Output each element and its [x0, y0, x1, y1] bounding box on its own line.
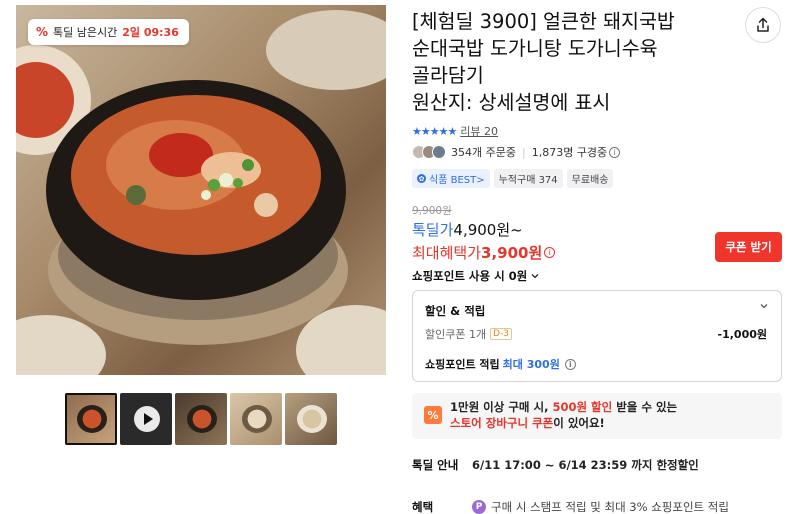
tag-list: ✿ 식품 BEST> 누적구매 374 무료배송 [412, 169, 614, 188]
buyer-avatars [412, 145, 446, 159]
points-earn-label: 쇼핑포인트 적립 [425, 358, 500, 371]
play-icon [134, 406, 160, 432]
coupon-row: 할인쿠폰 1개 D-3 -1,000원 [425, 326, 767, 342]
deal-price: 톡딜가 4,900원~ [412, 219, 523, 240]
discount-title: 할인 & 적립 [425, 304, 486, 318]
thumbnail-5[interactable] [285, 393, 337, 445]
discount-panel: 할인 & 적립 할인쿠폰 1개 D-3 -1,000원 쇼핑포인트 적립 최대 … [412, 290, 782, 382]
coupon-label: 할인쿠폰 1개 [425, 328, 487, 341]
percent-icon: % [36, 25, 49, 39]
talkdeal-info-value: 6/11 17:00 ~ 6/14 23:59 까지 한정할인 [472, 458, 699, 472]
star-rating-icon: ★★★★★ [412, 124, 457, 138]
share-button[interactable] [745, 7, 781, 43]
title-line: 원산지: 상세설명에 표시 [412, 91, 611, 114]
talkdeal-info-row: 톡딜 안내 6/11 17:00 ~ 6/14 23:59 까지 한정할인 [412, 457, 699, 473]
product-title: [체험딜 3900] 얼큰한 돼지국밥 순대국밥 도가니탕 도가니수육 골라담기… [412, 8, 732, 116]
percent-coupon-icon: % [424, 406, 442, 424]
get-coupon-button[interactable]: 쿠폰 받기 [715, 232, 782, 262]
deal-timer-badge: % 톡딜 남은시간 2일 09:36 [28, 19, 189, 45]
points-use-dropdown[interactable]: 쇼핑포인트 사용 시 0원 [412, 268, 540, 284]
thumbnail-video[interactable] [120, 393, 172, 445]
info-icon[interactable]: i [544, 247, 556, 258]
purchase-stats: 354개 주문중 | 1,873명 구경중 i [412, 144, 621, 160]
title-line: 골라담기 [412, 64, 484, 87]
max-benefit-price: 최대혜택가 3,900원 i [412, 242, 556, 263]
timer-label: 톡딜 남은시간 [53, 26, 118, 39]
thumbnail-strip [65, 393, 337, 445]
title-line: 순대국밥 도가니탕 도가니수육 [412, 37, 658, 60]
main-product-image[interactable]: % 톡딜 남은시간 2일 09:36 [16, 5, 386, 375]
deal-price-value: 4,900원~ [453, 221, 523, 239]
benefit-info-row: 혜택 P 구매 시 스탬프 적립 및 최대 3% 쇼핑포인트 적립 [412, 499, 729, 514]
deal-price-label: 톡딜가 [412, 221, 454, 239]
benefit-price-label: 최대혜택가 [412, 244, 482, 262]
divider: | [521, 145, 526, 159]
points-earn-row: 쇼핑포인트 적립 최대 300원 i [425, 356, 576, 372]
gear-badge-icon: ✿ [417, 174, 426, 183]
benefit-info-value: 구매 시 스탬프 적립 및 최대 3% 쇼핑포인트 적립 [491, 500, 729, 514]
coupon-dday-badge: D-3 [490, 328, 513, 340]
points-use-label: 쇼핑포인트 사용 시 0원 [412, 269, 528, 283]
chevron-down-icon [531, 274, 539, 279]
tag-best[interactable]: ✿ 식품 BEST> [412, 169, 490, 188]
review-link[interactable]: 리뷰 20 [460, 123, 498, 139]
share-icon [757, 17, 769, 32]
talkdeal-info-key: 톡딜 안내 [412, 458, 459, 472]
benefit-info-value-wrap: P 구매 시 스탬프 적립 및 최대 3% 쇼핑포인트 적립 [472, 499, 729, 514]
benefit-info-key: 혜택 [412, 500, 434, 514]
tag-cumulative: 누적구매 374 [493, 169, 563, 188]
rating: ★★★★★ 리뷰 20 [412, 123, 498, 139]
benefit-price-value: 3,900원 [481, 244, 543, 262]
title-line: [체험딜 3900] 얼큰한 돼지국밥 [412, 10, 675, 33]
collapse-toggle[interactable] [759, 301, 769, 314]
orders-count: 354개 주문중 [451, 146, 516, 159]
info-icon[interactable]: i [609, 146, 621, 158]
chevron-down-icon [760, 304, 768, 309]
banner-text: 1만원 이상 구매 시, 500원 할인 받을 수 있는 스토어 장바구니 쿠폰… [450, 400, 678, 430]
thumbnail-3[interactable] [175, 393, 227, 445]
thumbnail-1[interactable] [65, 393, 117, 445]
thumbnail-4[interactable] [230, 393, 282, 445]
store-cart-coupon-banner[interactable]: % 1만원 이상 구매 시, 500원 할인 받을 수 있는 스토어 장바구니 … [412, 393, 782, 439]
timer-value: 2일 09:36 [122, 26, 179, 39]
tag-free-shipping: 무료배송 [566, 169, 614, 188]
coupon-amount: -1,000원 [717, 328, 767, 341]
original-price: 9,900원 [412, 205, 452, 217]
info-icon[interactable]: i [564, 358, 576, 370]
gukbap-illustration [16, 10, 386, 375]
points-earn-value: 최대 300원 [502, 358, 560, 371]
point-badge-icon: P [472, 500, 486, 514]
viewers-count: 1,873명 구경중 [531, 146, 608, 159]
